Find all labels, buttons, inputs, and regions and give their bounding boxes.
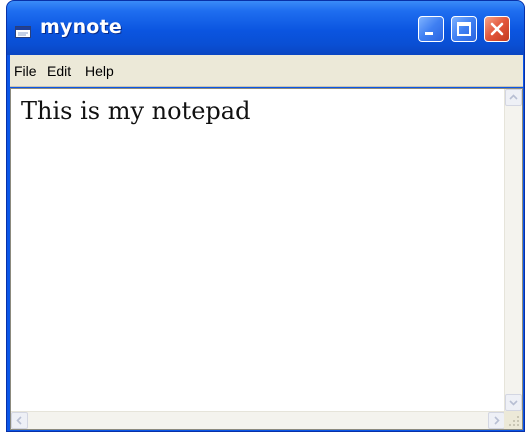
horizontal-scrollbar[interactable] <box>11 411 505 429</box>
editor: This is my notepad <box>10 88 523 430</box>
menu-edit[interactable]: Edit <box>47 63 71 79</box>
notepad-window: mynote File Edit Help This is my notepad <box>6 0 525 432</box>
vertical-scrollbar[interactable] <box>504 89 522 411</box>
menu-file[interactable]: File <box>14 63 37 79</box>
title-bar[interactable]: mynote <box>7 1 524 55</box>
maximize-button[interactable] <box>451 16 477 42</box>
size-grip[interactable] <box>504 411 522 429</box>
notepad-icon <box>15 23 31 38</box>
scroll-down-button[interactable] <box>505 394 522 411</box>
scroll-right-button[interactable] <box>488 412 505 429</box>
text-area[interactable]: This is my notepad <box>11 89 505 407</box>
minimize-button[interactable] <box>418 16 444 42</box>
window-title: mynote <box>40 16 122 38</box>
resize-grip-icon <box>504 414 522 431</box>
menu-help[interactable]: Help <box>85 63 114 79</box>
scroll-up-button[interactable] <box>505 89 522 106</box>
close-button[interactable] <box>484 16 510 42</box>
scroll-left-button[interactable] <box>11 412 28 429</box>
menu-bar: File Edit Help <box>10 55 523 87</box>
